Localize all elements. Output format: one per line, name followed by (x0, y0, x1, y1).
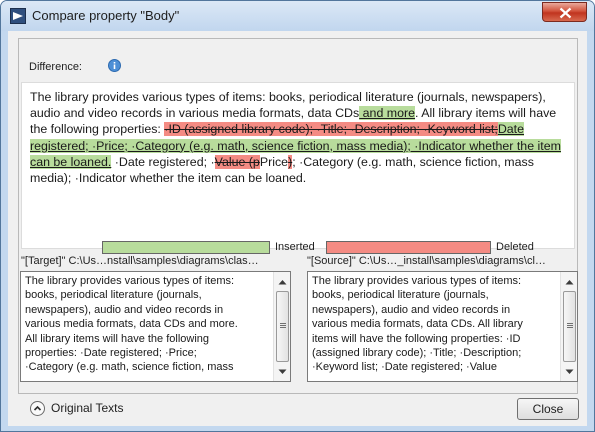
target-line: properties: ·Date registered; ·Price; (25, 347, 197, 360)
difference-text: The library provides various types of it… (21, 82, 575, 249)
target-line: various media formats, data CDs and more… (25, 318, 238, 331)
deleted-label: Deleted (496, 241, 534, 253)
target-scrollbar[interactable] (273, 272, 290, 381)
target-pane[interactable]: The library provides various types of it… (20, 271, 291, 382)
title-bar[interactable]: Compare property "Body" (1, 1, 594, 31)
compare-dialog: Compare property "Body" Difference: The … (0, 0, 595, 432)
source-line: various media formats, data CDs. All lib… (312, 318, 523, 331)
info-icon[interactable] (108, 59, 121, 72)
scroll-thumb[interactable] (276, 291, 289, 362)
source-line: (assigned library code); ·Title; ·Descri… (312, 347, 522, 360)
close-icon (559, 7, 572, 19)
close-button[interactable]: Close (517, 398, 579, 420)
original-texts-label: Original Texts (51, 401, 124, 415)
target-line: books, periodical literature (journals, (25, 289, 202, 302)
scroll-thumb[interactable] (563, 291, 576, 362)
source-scrollbar[interactable] (560, 272, 577, 381)
source-line: The library provides various types of it… (312, 275, 522, 287)
source-pane[interactable]: The library provides various types of it… (307, 271, 578, 382)
text-segment: ·Date registered; · (111, 154, 215, 169)
difference-panel: Difference: The library provides various… (18, 38, 578, 394)
inserted-segment: and more (359, 106, 416, 121)
source-header: "[Source]" C:\Us…_install\samples\diagra… (307, 255, 546, 267)
scroll-down-icon[interactable] (278, 369, 287, 375)
source-line: books, periodical literature (journals, (312, 289, 489, 302)
legend: Inserted Deleted (19, 241, 579, 255)
source-text: The library provides various types of it… (312, 274, 560, 375)
source-line: newspapers), audio and video records in (312, 303, 511, 316)
target-line: newspapers), audio and video records in (25, 303, 224, 316)
scroll-up-icon[interactable] (278, 279, 287, 285)
deleted-segment: ·ID (assigned library code); ·Title; ·De… (164, 122, 498, 137)
deleted-swatch (326, 241, 491, 254)
deleted-segment: Value (p (214, 154, 260, 169)
text-segment: Price (259, 154, 289, 169)
dialog-body: Difference: The library provides various… (8, 31, 587, 426)
scroll-down-icon[interactable] (565, 369, 574, 375)
inserted-label: Inserted (275, 241, 315, 253)
scroll-up-icon[interactable] (565, 279, 574, 285)
window-title: Compare property "Body" (32, 8, 180, 23)
source-line: ·Keyword list; ·Date registered; ·Value (312, 361, 498, 374)
source-line: items will have the following properties… (312, 332, 521, 345)
target-line: The library provides various types of it… (25, 275, 235, 287)
target-header: "[Target]" C:\Us…nstall\samples\diagrams… (21, 255, 259, 267)
chevron-up-icon (30, 401, 45, 416)
target-line: All library items will have the followin… (25, 332, 210, 345)
target-text: The library provides various types of it… (25, 274, 273, 375)
compare-icon (10, 8, 26, 24)
difference-label: Difference: (29, 61, 82, 73)
window-close-button[interactable] (542, 2, 587, 22)
target-line: ·Category (e.g. math, science fiction, m… (25, 361, 234, 374)
inserted-swatch (102, 241, 270, 254)
